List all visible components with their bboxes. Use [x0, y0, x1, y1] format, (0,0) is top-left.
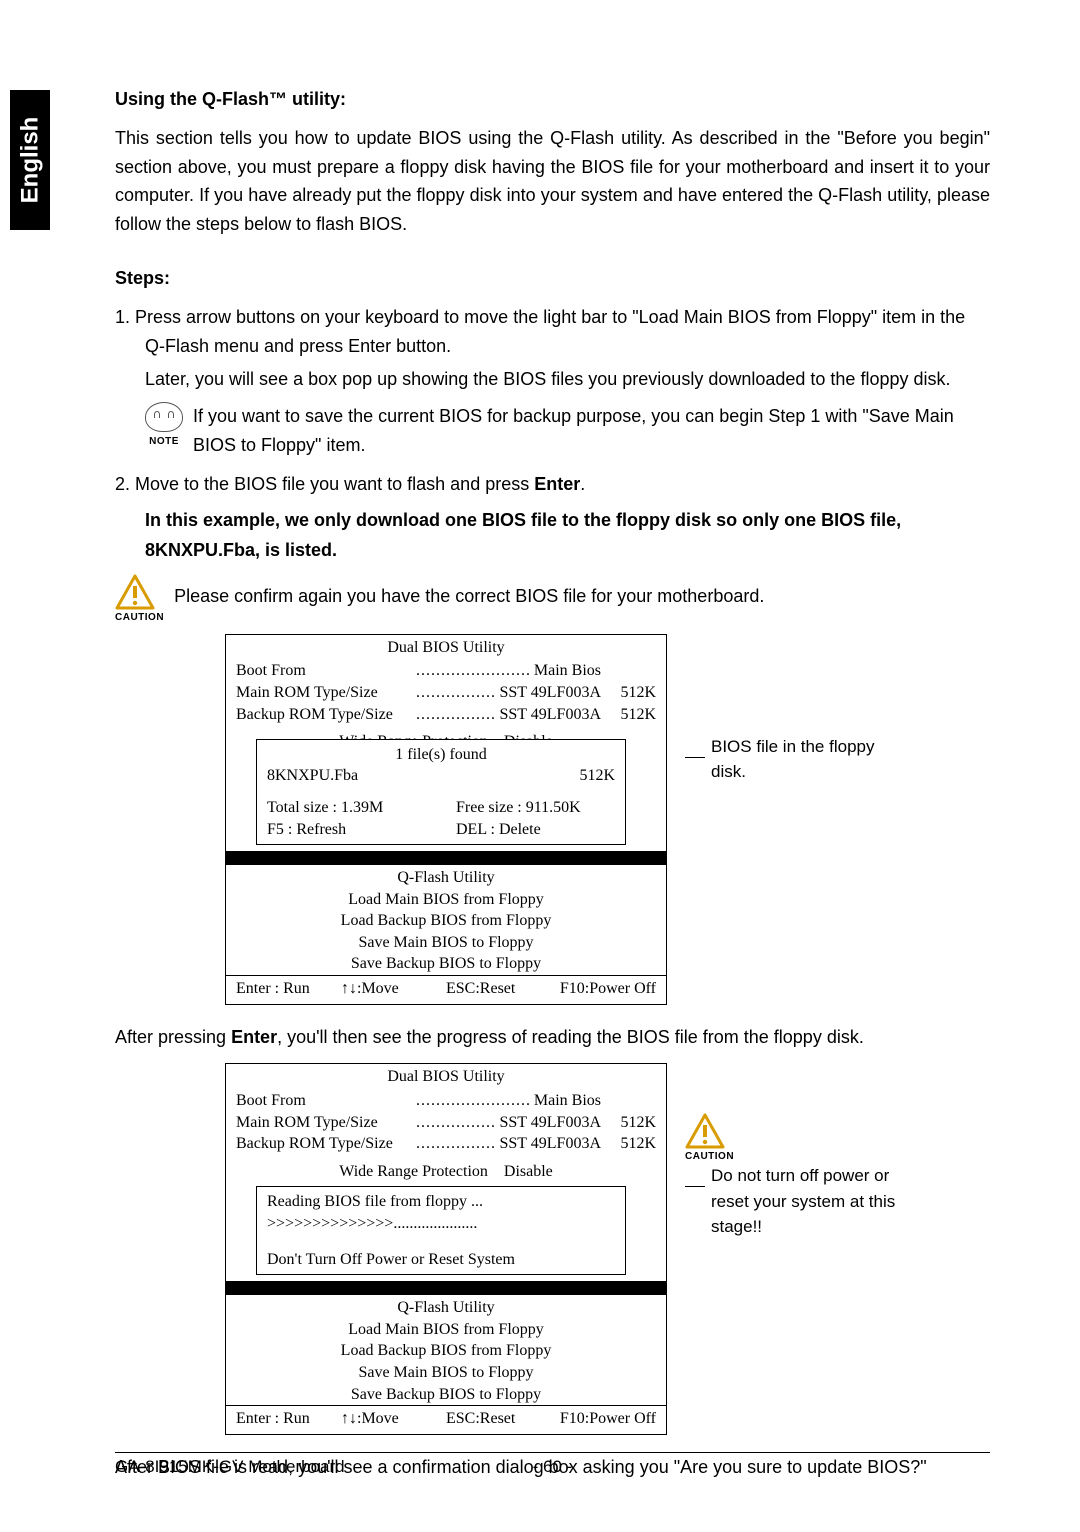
files-found: 1 file(s) found [267, 744, 615, 766]
bios-title: Dual BIOS Utility [226, 635, 666, 661]
bios-screenshot-2-row: Dual BIOS Utility Boot From Main Bios Ma… [225, 1063, 990, 1434]
language-tab: English [10, 90, 50, 230]
main-rom-row-2: Main ROM Type/Size SST 49LF003A 512K [226, 1112, 666, 1134]
boot-from-row: Boot From Main Bios [226, 660, 666, 682]
step-1-line-b: Later, you will see a box pop up showing… [115, 365, 990, 394]
footer-page-number: - 60 - [533, 1457, 573, 1477]
boot-from-row-2: Boot From Main Bios [226, 1090, 666, 1112]
file-popup-meta: Total size : 1.39M Free size : 911.50K [267, 797, 615, 819]
reading-popup: Reading BIOS file from floppy ... >>>>>>… [256, 1186, 626, 1275]
menu-load-main[interactable]: Load Main BIOS from Floppy [226, 889, 666, 911]
menu-load-main-2[interactable]: Load Main BIOS from Floppy [226, 1319, 666, 1341]
page-footer: GA-8I915MK-GV Motherboard - 60 - [115, 1452, 990, 1477]
menu-load-backup-2[interactable]: Load Backup BIOS from Floppy [226, 1340, 666, 1362]
note-callout: NOTE If you want to save the current BIO… [145, 402, 990, 460]
bios-bar [226, 851, 666, 865]
note-text: If you want to save the current BIOS for… [193, 402, 990, 460]
menu-save-backup[interactable]: Save Backup BIOS to Floppy [226, 953, 666, 975]
bios-footer-2: Enter : Run ↑↓:Move ESC:Reset F10:Power … [226, 1405, 666, 1434]
menu-load-backup[interactable]: Load Backup BIOS from Floppy [226, 910, 666, 932]
file-popup-keys: F5 : Refresh DEL : Delete [267, 819, 615, 841]
file-popup: 1 file(s) found 8KNXPU.Fba 512K Total si… [256, 739, 626, 845]
dont-turn-off: Don't Turn Off Power or Reset System [267, 1249, 615, 1271]
caution-icon-2: CAUTION [685, 1113, 734, 1165]
footer-model: GA-8I915MK-GV Motherboard [115, 1457, 533, 1477]
reading-progress: >>>>>>>>>>>>>>..................... [267, 1213, 615, 1235]
qflash-label: Q-Flash Utility [226, 867, 666, 889]
qflash-label-2: Q-Flash Utility [226, 1297, 666, 1319]
menu-save-main-2[interactable]: Save Main BIOS to Floppy [226, 1362, 666, 1384]
side-note-1: BIOS file in the floppy disk. [711, 734, 911, 785]
bios-file-row[interactable]: 8KNXPU.Fba 512K [267, 765, 615, 787]
leader-line-icon [685, 756, 705, 758]
step-2-emphasis: In this example, we only download one BI… [115, 505, 990, 566]
caution-icon: CAUTION [115, 574, 164, 626]
menu-save-backup-2[interactable]: Save Backup BIOS to Floppy [226, 1384, 666, 1406]
language-label: English [16, 117, 44, 204]
step-1-line-a: 1. Press arrow buttons on your keyboard … [115, 303, 990, 361]
note-icon: NOTE [145, 402, 183, 450]
side-note-2: Do not turn off power or reset your syst… [711, 1163, 911, 1240]
bios-footer: Enter : Run ↑↓:Move ESC:Reset F10:Power … [226, 975, 666, 1004]
caution-callout-1: CAUTION Please confirm again you have th… [115, 574, 990, 626]
backup-rom-row: Backup ROM Type/Size SST 49LF003A 512K [226, 704, 666, 726]
side-note-2-col: CAUTION Do not turn off power or reset y… [685, 1063, 911, 1434]
intro-paragraph: This section tells you how to update BIO… [115, 124, 990, 239]
leader-line-icon-2 [685, 1185, 705, 1187]
section-heading-qflash: Using the Q-Flash™ utility: [115, 85, 990, 114]
main-rom-row: Main ROM Type/Size SST 49LF003A 512K [226, 682, 666, 704]
step-2-line-a: 2. Move to the BIOS file you want to fla… [115, 470, 990, 499]
menu-save-main[interactable]: Save Main BIOS to Floppy [226, 932, 666, 954]
side-note-1-col: BIOS file in the floppy disk. [685, 634, 911, 1005]
caution-text-1: Please confirm again you have the correc… [174, 574, 990, 611]
reading-text: Reading BIOS file from floppy ... [267, 1191, 615, 1213]
backup-rom-row-2: Backup ROM Type/Size SST 49LF003A 512K [226, 1133, 666, 1155]
bios-bar-2 [226, 1281, 666, 1295]
bios-utility-box-1: Dual BIOS Utility Boot From Main Bios Ma… [225, 634, 667, 1005]
bios-utility-box-2: Dual BIOS Utility Boot From Main Bios Ma… [225, 1063, 667, 1434]
after-enter-paragraph: After pressing Enter, you'll then see th… [115, 1023, 990, 1052]
section-heading-steps: Steps: [115, 264, 990, 293]
bios-screenshot-1-row: Dual BIOS Utility Boot From Main Bios Ma… [225, 634, 990, 1005]
page-content: Using the Q-Flash™ utility: This section… [115, 85, 990, 1482]
bios-title-2: Dual BIOS Utility [226, 1064, 666, 1090]
manual-page: English Using the Q-Flash™ utility: This… [0, 0, 1080, 1532]
wide-range-protection-row-2: Wide Range Protection Disable [226, 1161, 666, 1183]
